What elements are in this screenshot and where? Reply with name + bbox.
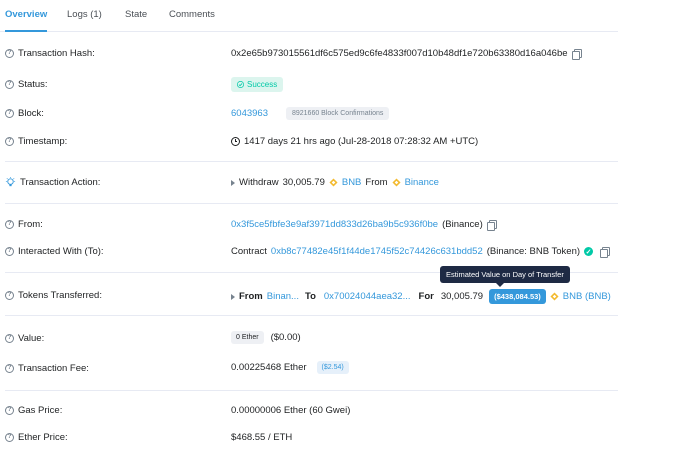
value-transaction-fee: 0.00225468 Ether ($2.54) [231,361,349,374]
tab-bar: Overview Logs (1) State Comments [0,0,618,32]
contract-prefix: Contract [231,246,267,257]
value-from: 0x3f5ce5fbfe3e9af3971dd833d26ba9b5c936f0… [231,219,497,231]
value-usd: ($0.00) [270,332,301,343]
gas-price-value: 0.00000006 Ether (60 Gwei) [231,405,351,416]
action-source-link[interactable]: Binance [405,177,439,188]
label-transaction-fee: ? Transaction Fee: [5,363,89,374]
question-circle-icon: ? [5,364,14,373]
interacted-with-label: Interacted With (To): [18,246,104,257]
ether-price-value: $468.55 / ETH [231,432,293,443]
transaction-hash-value: 0x2e65b973015561df6c575ed9c6fe4833f007d1… [231,48,568,59]
tokens-token-link[interactable]: BNB (BNB) [563,291,611,302]
contract-name: (Binance: BNB Token) [486,246,581,257]
label-from: ? From: [5,219,43,230]
copy-icon[interactable] [600,247,611,258]
question-circle-icon: ? [5,247,14,256]
label-transaction-action: Transaction Action: [5,177,100,188]
tab-comments[interactable]: Comments [169,9,215,31]
divider [5,203,618,204]
question-circle-icon: ? [5,406,14,415]
transaction-fee-value: 0.00225468 Ether [231,362,307,373]
caret-right-icon [231,179,235,186]
tab-overview[interactable]: Overview [5,9,48,32]
value-label: Value: [18,333,45,344]
tokens-to-word: To [304,291,316,302]
status-badge: Success [231,77,284,92]
bnb-token-icon [329,178,338,187]
label-tokens-transferred: ? Tokens Transferred: [5,290,102,301]
status-text: Success [247,80,278,89]
timestamp-value: 1417 days 21 hrs ago (Jul-28-2018 07:28:… [244,136,479,147]
value-timestamp: 1417 days 21 hrs ago (Jul-28-2018 07:28:… [231,136,478,147]
divider [5,315,618,316]
block-confirmations-badge: 8921660 Block Confirmations [285,107,390,120]
block-label: Block: [18,108,44,119]
transaction-fee-usd-badge: ($2.54) [316,361,349,374]
tokens-from-link[interactable]: Binan... [267,291,299,302]
label-timestamp: ? Timestamp: [5,136,67,147]
transaction-action-label: Transaction Action: [20,177,101,188]
contract-address-link[interactable]: 0xb8c77482e45f1f44de1745f52c74426c631bdd… [271,246,483,257]
action-amount: 30,005.79 [282,177,325,188]
value-status: Success [231,77,284,92]
question-circle-icon: ? [5,137,14,146]
divider [5,390,618,391]
label-transaction-hash: ? Transaction Hash: [5,48,95,59]
value-transaction-action: Withdraw 30,005.79 BNB From Binance [231,177,439,188]
tokens-amount: 30,005.79 [440,291,484,302]
lightbulb-icon [5,177,16,188]
caret-right-icon [231,293,235,300]
value-value: 0 Ether ($0.00) [231,331,301,344]
label-interacted-with: ? Interacted With (To): [5,246,104,257]
action-token-link[interactable]: BNB [342,177,362,188]
gas-price-label: Gas Price: [18,405,63,416]
value-gas-price: 0.00000006 Ether (60 Gwei) [231,405,350,416]
tab-state[interactable]: State [125,9,147,31]
tokens-usd-badge[interactable]: ($438,084.53) [489,289,546,304]
label-value: ? Value: [5,333,44,344]
tab-logs[interactable]: Logs (1) [67,9,102,31]
value-interacted-with: Contract 0xb8c77482e45f1f44de1745f52c744… [231,246,611,258]
divider [5,161,618,162]
value-tokens-transferred: From Binan... To 0x70024044aea32... For … [231,289,611,304]
status-label: Status: [18,79,48,90]
label-gas-price: ? Gas Price: [5,405,62,416]
label-ether-price: ? Ether Price: [5,432,68,443]
value-transaction-hash: 0x2e65b973015561df6c575ed9c6fe4833f007d1… [231,48,582,60]
timestamp-label: Timestamp: [18,136,68,147]
value-block: 6043963 8921660 Block Confirmations [231,107,390,120]
copy-icon[interactable] [571,49,582,60]
question-circle-icon: ? [5,80,14,89]
question-circle-icon: ? [5,433,14,442]
transaction-fee-label: Transaction Fee: [18,363,89,374]
transaction-hash-label: Transaction Hash: [18,48,95,59]
bnb-token-icon [550,292,559,301]
tokens-transferred-label: Tokens Transferred: [18,290,102,301]
from-name: (Binance) [442,219,483,230]
label-block: ? Block: [5,108,44,119]
question-circle-icon: ? [5,291,14,300]
block-number-link[interactable]: 6043963 [231,108,268,119]
value-tooltip: Estimated Value on Day of Transfer [440,266,570,287]
value-ether-price: $468.55 / ETH [231,432,292,443]
from-address-link[interactable]: 0x3f5ce5fbfe3e9af3971dd833d26ba9b5c936f0… [231,219,438,230]
check-circle-icon [237,81,244,88]
copy-icon[interactable] [486,220,497,231]
tokens-to-link[interactable]: 0x70024044aea32... [324,291,411,302]
ether-price-label: Ether Price: [18,432,68,443]
tokens-for-word: For [418,291,434,302]
question-circle-icon: ? [5,49,14,58]
label-status: ? Status: [5,79,48,90]
tokens-from-word: From [239,291,263,302]
question-circle-icon: ? [5,334,14,343]
bnb-token-icon [392,178,401,187]
question-circle-icon: ? [5,109,14,118]
action-verb: Withdraw [239,177,279,188]
action-from-word: From [365,177,388,188]
question-circle-icon: ? [5,220,14,229]
check-circle-icon: ✓ [584,247,594,256]
from-label: From: [18,219,43,230]
clock-icon [231,137,240,146]
ether-value-badge: 0 Ether [231,331,264,344]
